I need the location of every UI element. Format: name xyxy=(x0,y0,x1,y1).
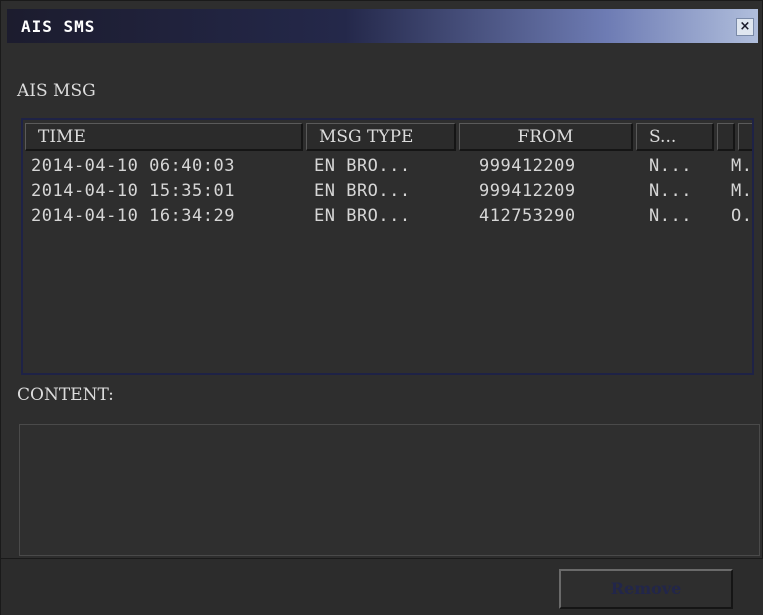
cell-status: N... xyxy=(649,206,692,226)
message-table[interactable]: TIME MSG TYPE FROM S... 2014-04-10 06:40… xyxy=(21,118,754,375)
column-header-msg-type[interactable]: MSG TYPE xyxy=(306,123,456,151)
cell-msg-type: EN BRO... xyxy=(314,181,411,201)
column-header-extra-2[interactable] xyxy=(738,123,752,151)
table-header: TIME MSG TYPE FROM S... xyxy=(25,123,752,153)
cell-time: 2014-04-10 06:40:03 xyxy=(31,156,235,176)
cell-extra: M. xyxy=(731,156,753,176)
cell-msg-type: EN BRO... xyxy=(314,156,411,176)
cell-time: 2014-04-10 16:34:29 xyxy=(31,206,235,226)
cell-from: 412753290 xyxy=(479,206,576,226)
ais-sms-window: AIS SMS × AIS MSG TIME MSG TYPE FROM S..… xyxy=(0,0,763,615)
cell-from: 999412209 xyxy=(479,156,576,176)
cell-time: 2014-04-10 15:35:01 xyxy=(31,181,235,201)
content-textarea[interactable] xyxy=(19,424,760,556)
close-button[interactable]: × xyxy=(736,18,754,36)
cell-status: N... xyxy=(649,156,692,176)
table-row[interactable]: 2014-04-10 16:34:29 EN BRO... 412753290 … xyxy=(31,206,753,232)
cell-status: N... xyxy=(649,181,692,201)
column-header-time[interactable]: TIME xyxy=(25,123,303,151)
cell-extra: O. xyxy=(731,206,753,226)
title-bar[interactable]: AIS SMS × xyxy=(7,9,758,43)
cell-msg-type: EN BRO... xyxy=(314,206,411,226)
column-header-from[interactable]: FROM xyxy=(459,123,633,151)
cell-from: 999412209 xyxy=(479,181,576,201)
column-header-extra-1[interactable] xyxy=(717,123,735,151)
close-icon: × xyxy=(739,19,751,34)
window-title: AIS SMS xyxy=(21,17,96,36)
cell-extra: M. xyxy=(731,181,753,201)
table-row[interactable]: 2014-04-10 15:35:01 EN BRO... 999412209 … xyxy=(31,181,753,207)
remove-button[interactable]: Remove xyxy=(559,569,733,609)
ais-msg-label: AIS MSG xyxy=(17,81,96,101)
content-label: CONTENT: xyxy=(17,385,114,405)
table-row[interactable]: 2014-04-10 06:40:03 EN BRO... 999412209 … xyxy=(31,156,753,182)
column-header-status[interactable]: S... xyxy=(636,123,714,151)
